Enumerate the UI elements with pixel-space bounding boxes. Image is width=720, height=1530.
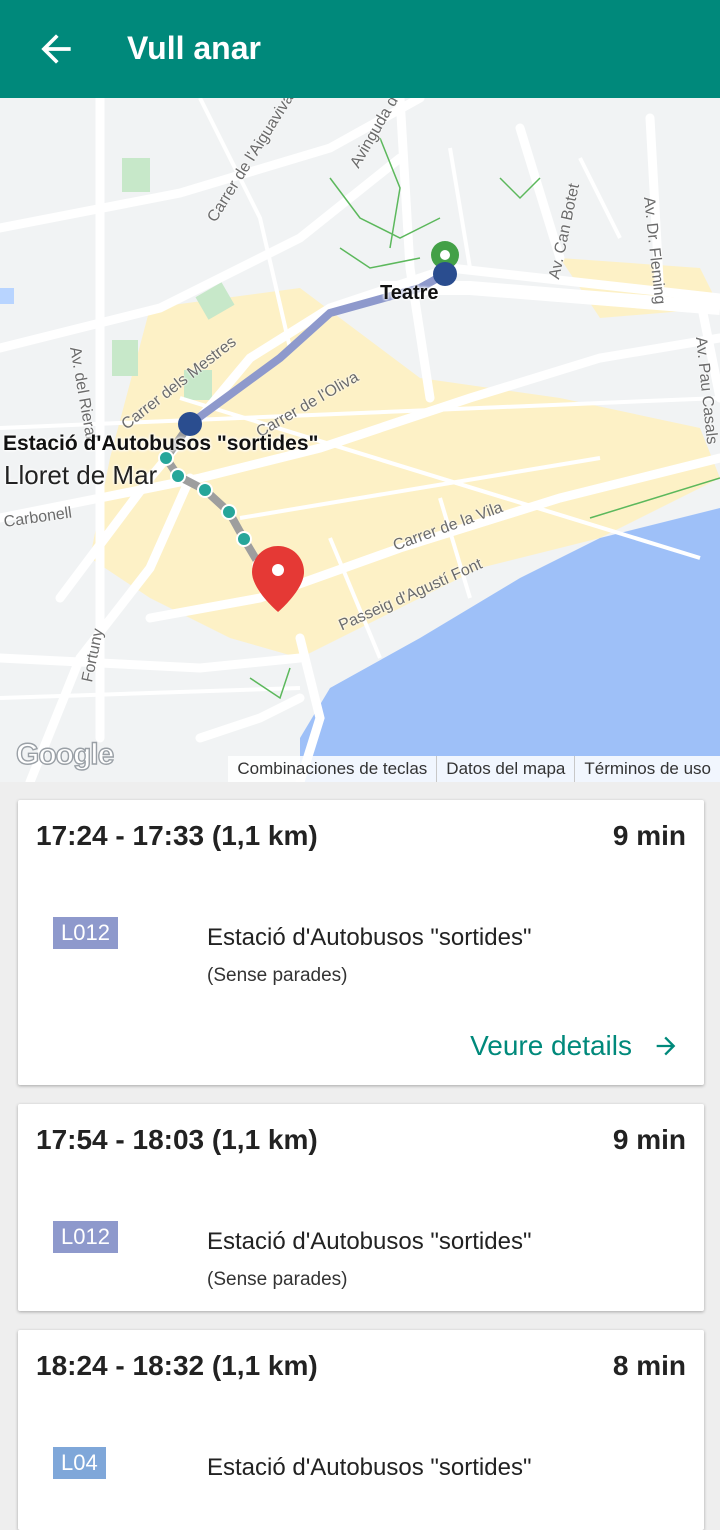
stops-note: (Sense parades) xyxy=(207,1269,348,1290)
arrow-left-icon xyxy=(41,34,71,64)
keyboard-shortcuts-link[interactable]: Combinaciones de teclas xyxy=(228,756,436,782)
destination-stop-label: Estació d'Autobusos "sortides" xyxy=(3,432,319,455)
stop-name: Estació d'Autobusos "sortides" xyxy=(207,1454,532,1481)
route-duration: 9 min xyxy=(612,820,686,851)
route-card[interactable]: 17:54 - 18:03 (1,1 km) 9 min L012 Estaci… xyxy=(18,1104,704,1311)
route-card[interactable]: 18:24 - 18:32 (1,1 km) 8 min L04 Estació… xyxy=(18,1330,704,1530)
view-details-label: Veure details xyxy=(470,1030,632,1061)
route-time: 17:54 - 18:03 (1,1 km) xyxy=(36,1124,318,1155)
stop-name: Estació d'Autobusos "sortides" xyxy=(207,924,532,951)
arrow-right-icon xyxy=(656,1036,676,1056)
line-badge: L04 xyxy=(53,1447,106,1479)
page-title: Vull anar xyxy=(127,30,261,66)
app-bar: Vull anar xyxy=(0,0,720,98)
stops-note: (Sense parades) xyxy=(207,965,348,986)
route-duration: 8 min xyxy=(612,1350,686,1381)
terms-link[interactable]: Términos de uso xyxy=(574,756,720,782)
view-details-button[interactable]: Veure details xyxy=(470,1030,680,1062)
stop-name: Estació d'Autobusos "sortides" xyxy=(207,1228,532,1255)
route-map[interactable]: Carrer de l'Aiguaviva Avinguda de Av. Ca… xyxy=(0,98,720,782)
google-logo: Google xyxy=(15,737,115,771)
route-time: 17:24 - 17:33 (1,1 km) xyxy=(36,820,318,851)
origin-stop-label: Teatre xyxy=(380,282,439,304)
route-duration: 9 min xyxy=(612,1124,686,1155)
line-badge: L012 xyxy=(53,917,118,949)
back-button[interactable] xyxy=(34,27,78,71)
route-card[interactable]: 17:24 - 17:33 (1,1 km) 9 min L012 Estaci… xyxy=(18,800,704,1085)
route-time: 18:24 - 18:32 (1,1 km) xyxy=(36,1350,318,1381)
map-data-link[interactable]: Datos del mapa xyxy=(436,756,574,782)
line-badge: L012 xyxy=(53,1221,118,1253)
map-attribution: Combinaciones de teclas Datos del mapa T… xyxy=(228,756,720,782)
town-label: Lloret de Mar xyxy=(4,460,158,490)
